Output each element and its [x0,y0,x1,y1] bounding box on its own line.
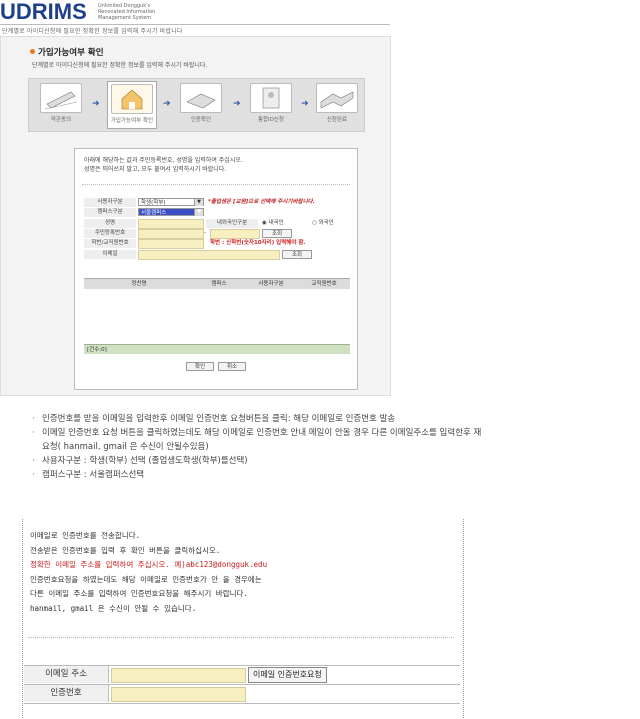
user-type-note: *졸업생은 [교원]으로 선택해 주시기바랍니다. [208,199,315,205]
result-count: [건수:0] [84,344,350,354]
divider [82,184,350,185]
rrn-search-button[interactable]: 조회 [262,229,292,238]
list-item: 인증번호를 받을 이메일을 입력한후 이메일 인증번호 요청버튼을 클릭: 해당… [30,412,630,426]
arrow-right-icon: ➜ [163,99,171,109]
student-id-input[interactable] [138,239,204,249]
logo: UDRIMS [0,0,87,24]
step-label: 신청완료 [326,117,348,123]
top-note: 단계별로 아이디신청에 필요한 정확한 정보를 입력해 주시기 바랍니다 [2,28,183,35]
radio-checked-icon: ◉ [262,220,267,226]
col-user-type: 사용자구분 [258,281,284,287]
student-id-note: 학번 : 신학번(숫자10자리) 입력해야 함. [210,240,306,246]
request-code-button[interactable]: 이메일 인증번호요청 [248,667,327,683]
message-line: 이메일로 인증번호를 전송합니다. [30,531,141,540]
campus-select[interactable]: 서울캠퍼스 ▼ [138,208,204,216]
email-input-small[interactable] [138,250,280,260]
label-campus: 캠퍼스구분 [84,208,136,218]
intro-line: 성명은 띄어쓰지 말고, 모두 붙여서 입력하시기 바랍니다. [84,166,227,173]
chevron-down-icon: ▼ [194,209,203,216]
step-label: 가입가능여부 확인 [110,118,154,124]
label-student-id: 학번/교직원번호 [84,239,136,249]
step-complete: 신청완료 [313,81,361,127]
code-row: 인증번호 [24,684,460,704]
step-label: 약관동의 [50,117,72,123]
rrn-second-input[interactable] [210,229,260,239]
arrow-right-icon: ➜ [92,99,100,109]
col-campus: 캠퍼스 [211,281,227,287]
section-title: 가입가능여부 확인 [38,48,104,58]
col-staff-no: 교직원번호 [311,281,337,287]
arrow-right-icon: ➜ [233,99,241,109]
label-rrn: 주민등록번호 [84,229,136,239]
section-subtitle: 단계별로 아이디신청에 필요한 정확한 정보를 입력해 주시기 바랍니다. [32,62,208,69]
rrn-separator: - [204,230,206,236]
message-line: 인증번호요청을 하였는데도 해당 이메일로 인증번호가 안 올 경우에는 [30,574,262,584]
list-item: 요청( hanmail, gmail 은 수신이 안될수있음) [42,442,209,452]
message-line-warning: 정확한 이메일 주소를 입력하여 주십시오. 예)abc123@dongguk.… [30,560,268,569]
step-apply: 통합ID신청 [247,81,295,127]
user-type-select[interactable]: 학생(학부) ▼ [138,198,204,206]
message-line: 다른 이메일 주소를 입력하여 인증번호요청을 해주시기 바랍니다. [30,589,248,598]
email-input[interactable] [111,668,246,683]
hand-icon [180,83,222,113]
radio-icon: ○ [312,220,317,226]
step-label: 통합ID신청 [257,117,285,123]
pen-icon [40,83,82,113]
header-divider [0,24,390,25]
rrn-first-input[interactable] [138,229,204,239]
step-label: 인증확인 [190,117,212,123]
instructions-list: 인증번호를 받을 이메일을 입력한후 이메일 인증번호 요청버튼을 클릭: 해당… [30,412,630,482]
label-email: 이메일 [84,250,136,260]
email-row: 이메일 주소 이메일 인증번호요청 [24,665,460,684]
user-type-value: 학생(학부) [141,200,166,206]
campus-value: 서울캠퍼스 [141,210,167,216]
logo-subtitle: Unlimited Dongguk's Renovated Informatio… [98,3,156,21]
radio-domestic[interactable]: ◉ 내국인 [262,219,284,228]
list-item: 사용자구분 : 학생(학부) 선택 (졸업생도학생(학부)를선택) [30,454,630,468]
step-terms: 약관동의 [37,81,85,127]
id-card-icon [250,83,292,113]
code-input[interactable] [111,687,246,702]
label-user-type: 사용자구분 [84,198,136,208]
radio-label: 외국인 [318,220,334,226]
house-icon [111,84,153,114]
chevron-down-icon: ▼ [194,199,203,206]
list-item: 캠퍼스구분 : 서울캠퍼스선택 [30,468,630,482]
divider [28,637,454,638]
form-intro: 아래에 해당하는 값과 주민등록번호, 성명을 입력하여 주십시오. 성명은 띄… [84,156,243,174]
step-progress: 약관동의 ➜ 가입가능여부 확인 ➜ 인증확인 ➜ 통합ID신청 ➜ 신청완료 [28,78,365,132]
intro-line: 아래에 해당하는 값과 주민등록번호, 성명을 입력하여 주십시오. [84,157,243,164]
message-line: 전송받은 인증번호를 입력 후 확인 버튼을 클릭하십시오. [30,545,221,555]
handshake-icon [316,83,358,113]
result-table-header: 정찬명 캠퍼스 사용자구분 교직원번호 [84,278,350,289]
radio-label: 내국인 [268,220,284,226]
arrow-right-icon: ➜ [301,99,309,109]
email-label: 이메일 주소 [24,666,109,683]
step-verify: 인증확인 [177,81,225,127]
col-name: 정찬명 [131,281,147,287]
ok-button[interactable]: 확인 [186,362,214,371]
list-item: 이메일 인증번호 요청 버튼을 클릭하였는데도 해당 이메일로 인증번호 안내 … [30,426,630,440]
message-line: hanmail, gmail 은 수신이 안될 수 있습니다. [30,603,197,613]
result-table-body [84,289,350,343]
label-nationality: 내외국인구분 [206,219,258,229]
label-name: 성명 [84,219,136,229]
name-input[interactable] [138,219,204,229]
radio-foreign[interactable]: ○ 외국인 [312,219,334,228]
code-label: 인증번호 [24,685,109,702]
step-eligibility: 가입가능여부 확인 [107,81,157,129]
cancel-button[interactable]: 취소 [218,362,246,371]
email-message: 이메일로 인증번호를 전송합니다. 전송받은 인증번호를 입력 후 확인 버튼을… [30,529,267,616]
email-search-button[interactable]: 조회 [282,250,312,259]
title-bullet-icon [30,49,35,54]
